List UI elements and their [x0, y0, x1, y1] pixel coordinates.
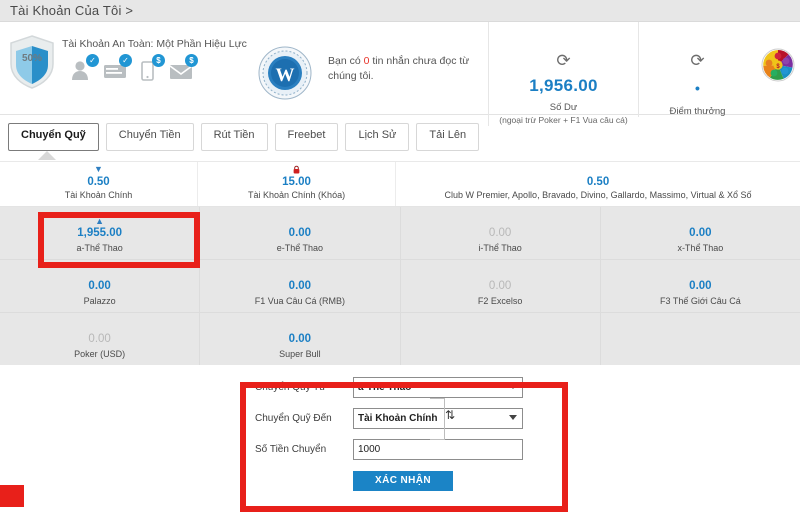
security-status-block: 50% Tài Khoản An Toàn: Một Phần Hiệu Lực… [0, 22, 252, 89]
wallet-cell-f2-excelso[interactable]: 0.00 F2 Excelso [399, 260, 600, 312]
security-title: Tài Khoản An Toàn: Một Phần Hiệu Lực [62, 38, 247, 50]
message-prefix: Bạn có [328, 55, 364, 67]
wallet-label: e-Thể Thao [276, 243, 324, 253]
shield-icon: 50% [8, 34, 56, 89]
reward-points-value: • [695, 80, 700, 96]
wallet-value: 0.00 [689, 227, 712, 239]
wallet-value: 0.00 [488, 227, 512, 239]
tab-chuyen-quy[interactable]: Chuyển Quỹ [8, 123, 99, 151]
wallet-value: 0.00 [488, 280, 512, 292]
person-verified-badge: ✓ [86, 54, 99, 67]
prize-wheel-icon[interactable]: $ [761, 48, 795, 87]
card-verified-badge: ✓ [119, 54, 132, 67]
annotation-box-form [240, 382, 568, 512]
wallet-value: 0.00 [88, 280, 111, 292]
wallet-icon-spacer [0, 323, 199, 332]
tab-freebet[interactable]: Freebet [274, 123, 339, 151]
wallet-icon-spacer [401, 217, 600, 226]
svg-text:W: W [276, 65, 295, 86]
security-icon-row: ✓ ✓ $ $ [62, 54, 247, 81]
wallet-label: Super Bull [279, 349, 321, 359]
summary-club-label: Club W Premier, Apollo, Bravado, Divino,… [444, 190, 752, 200]
balance-block: ⟳ 1,956.00 Số Dư (ngoại trừ Poker + F1 V… [488, 22, 638, 127]
page-title: Tài Khoản Của Tôi > [10, 3, 134, 18]
wallet-icon-spacer [200, 323, 399, 332]
wallet-label: x-Thể Thao [677, 243, 724, 253]
summary-club-value: 0.50 [586, 176, 610, 188]
wallet-icon-spacer [0, 270, 199, 279]
tab-chuyen-tien[interactable]: Chuyển Tiền [105, 123, 194, 151]
wallet-value: 0.00 [288, 333, 312, 345]
wallet-icon-spacer [601, 270, 800, 279]
shield-percent: 50% [21, 53, 42, 64]
prize-wheel-block[interactable]: $ [756, 22, 800, 87]
tab-lich-su[interactable]: Lịch Sử [345, 123, 410, 151]
person-icon[interactable]: ✓ [70, 54, 99, 81]
wallet-cell-empty [599, 313, 800, 365]
wallet-cell-i-the-thao[interactable]: 0.00 i-Thể Thao [399, 207, 600, 259]
summary-club-accounts[interactable]: 0.50 Club W Premier, Apollo, Bravado, Di… [395, 162, 800, 206]
wallet-cell-f3-the-gioi-cau-ca[interactable]: 0.00 F3 Thế Giới Câu Cá [599, 260, 800, 312]
refresh-points-icon[interactable]: ⟳ [690, 52, 704, 69]
unread-message-notice: Bạn có 0 tin nhắn chưa đọc từ chúng tôi. [318, 22, 488, 84]
annotation-box-wallet [38, 212, 200, 268]
wallet-label: Palazzo [83, 296, 116, 306]
brand-coin-block: W [252, 22, 318, 100]
wallet-value: 0.00 [88, 333, 111, 345]
active-tab-caret [0, 151, 800, 161]
wallet-cell-e-the-thao[interactable]: 0.00 e-Thể Thao [199, 207, 399, 259]
balance-label: Số Dư [549, 102, 578, 113]
summary-main-account-value: 0.50 [87, 176, 110, 188]
phone-icon[interactable]: $ [136, 54, 165, 81]
account-tabs: Chuyển Quỹ Chuyển Tiền Rút Tiền Freebet … [0, 115, 800, 151]
wallet-icon-spacer [601, 217, 800, 226]
summary-main-account-label: Tài Khoản Chính [64, 190, 133, 200]
summary-locked-label: Tài Khoản Chính (Khóa) [248, 190, 346, 200]
wallet-value: 0.00 [288, 280, 312, 292]
wallet-icon-spacer [200, 217, 399, 226]
wallet-cell-f1-vua-cau-ca[interactable]: 0.00 F1 Vua Câu Cá (RMB) [199, 260, 399, 312]
annotation-tab-wallet [0, 485, 24, 507]
wallet-label: F2 Excelso [477, 296, 523, 306]
wallet-value: 0.00 [689, 280, 712, 292]
tab-tai-len[interactable]: Tải Lên [416, 123, 480, 151]
wallet-icon-spacer [200, 270, 399, 279]
summary-main-account-locked[interactable]: 15.00 Tài Khoản Chính (Khóa) [197, 162, 395, 206]
page-title-bar: Tài Khoản Của Tôi > [0, 0, 800, 22]
account-summary-row: ▼ 0.50 Tài Khoản Chính 15.00 Tài Khoản C… [0, 161, 800, 207]
reward-points-label: Điểm thưởng [669, 106, 726, 117]
wallet-icon-spacer [401, 323, 600, 332]
wallet-icon-spacer [601, 323, 800, 332]
security-details: Tài Khoản An Toàn: Một Phần Hiệu Lực ✓ ✓… [62, 30, 247, 81]
arrow-down-icon: ▼ [94, 164, 103, 174]
wallet-value: 0.00 [288, 227, 312, 239]
w-coin-icon: W [258, 46, 312, 100]
balance-sublabel: (ngoại trừ Poker + F1 Vua câu cá) [499, 115, 628, 125]
wallet-cell-empty [399, 313, 600, 365]
envelope-dollar-badge: $ [185, 54, 198, 67]
wallet-cell-super-bull[interactable]: 0.00 Super Bull [199, 313, 399, 365]
balance-value: 1,956.00 [529, 76, 598, 95]
tab-rut-tien[interactable]: Rút Tiền [200, 123, 268, 151]
summary-locked-value: 15.00 [282, 176, 311, 188]
wallet-label: F1 Vua Câu Cá (RMB) [254, 296, 345, 306]
refresh-balance-icon[interactable]: ⟳ [556, 52, 570, 69]
account-summary-header: 50% Tài Khoản An Toàn: Một Phần Hiệu Lực… [0, 22, 800, 127]
lock-icon [198, 165, 395, 175]
card-icon[interactable]: ✓ [103, 54, 132, 81]
wallet-label: i-Thể Thao [478, 243, 522, 253]
wallet-row: 0.00 Poker (USD) 0.00 Super Bull [0, 313, 800, 365]
summary-main-account[interactable]: ▼ 0.50 Tài Khoản Chính [0, 162, 197, 206]
phone-dollar-badge: $ [152, 54, 165, 67]
envelope-icon[interactable]: $ [169, 54, 198, 81]
wallet-cell-x-the-thao[interactable]: 0.00 x-Thể Thao [599, 207, 800, 259]
summary-club-spacer [396, 165, 800, 175]
wallet-label: Poker (USD) [74, 349, 126, 359]
reward-points-block: ⟳ • Điểm thưởng [638, 22, 756, 117]
wallet-label: F3 Thế Giới Câu Cá [659, 296, 741, 306]
wallet-cell-poker-usd[interactable]: 0.00 Poker (USD) [0, 313, 199, 365]
wallet-icon-spacer [401, 270, 600, 279]
